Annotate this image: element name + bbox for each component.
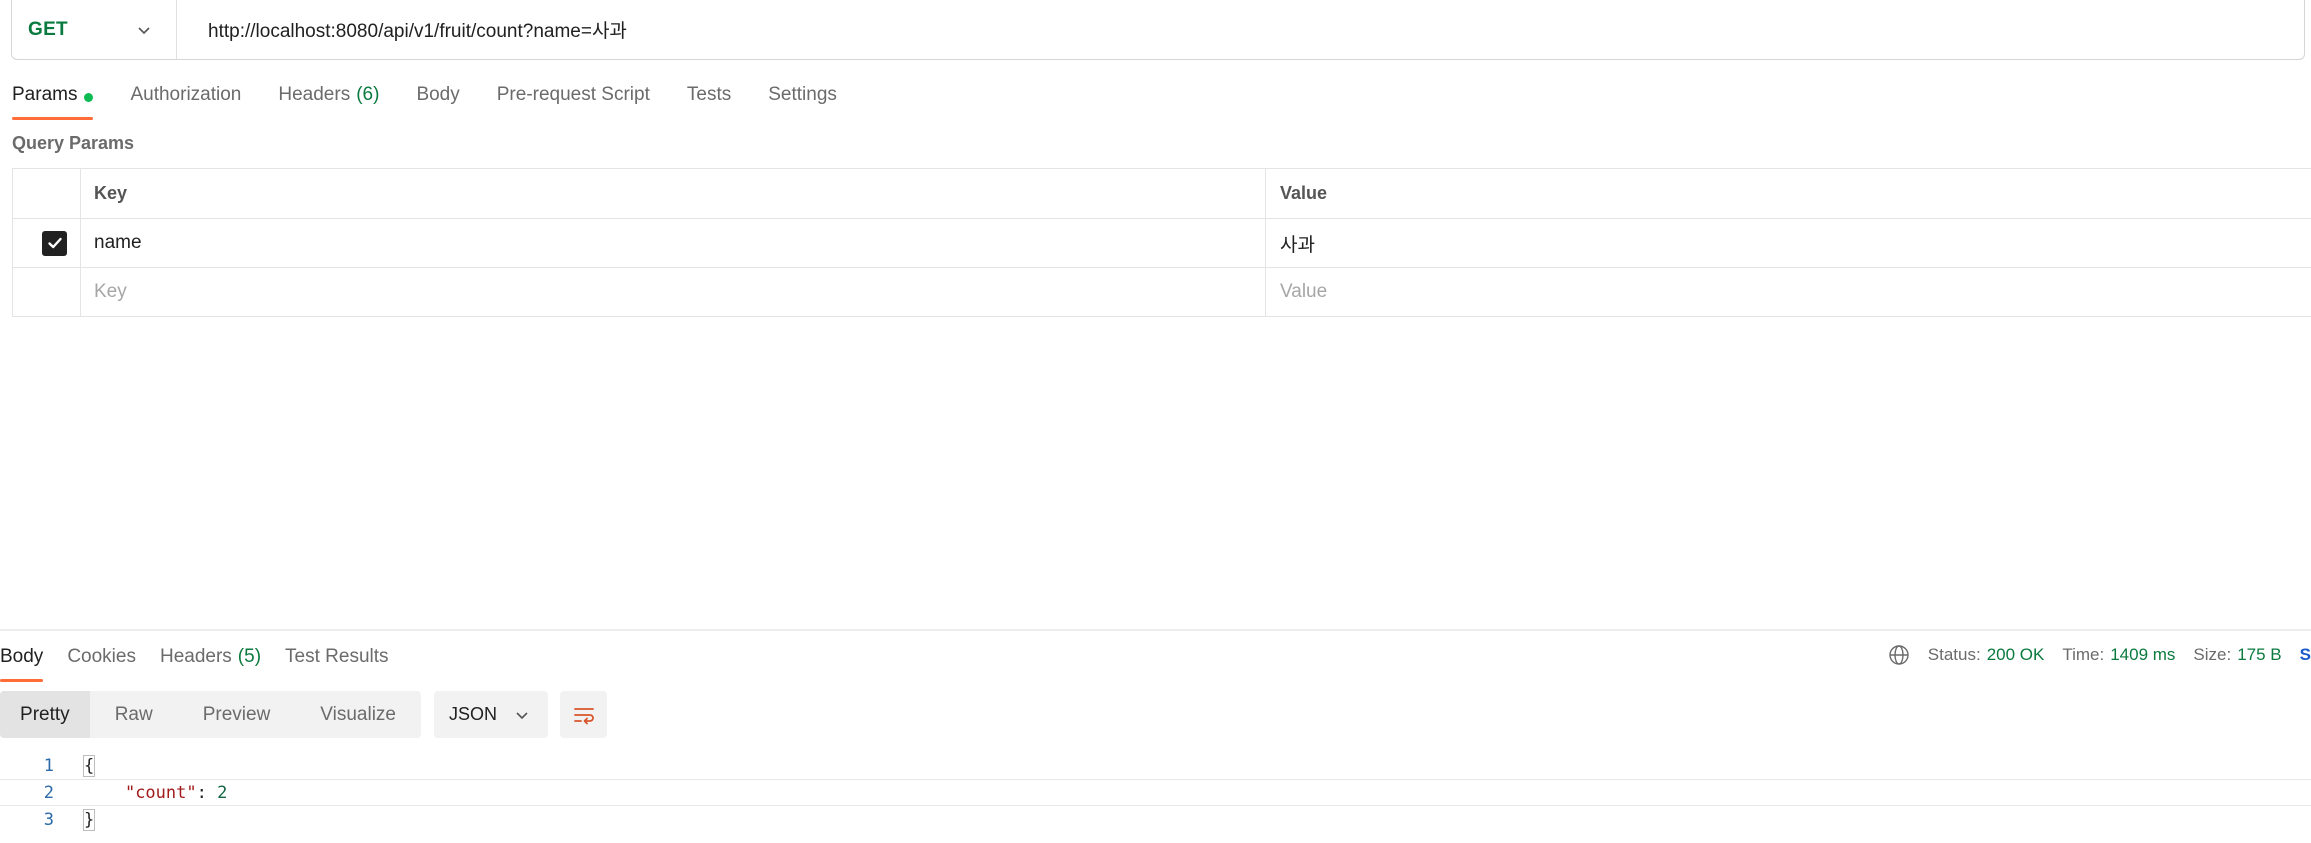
param-value-cell[interactable]: 사과 — [1266, 219, 2311, 267]
line-number: 2 — [43, 782, 54, 803]
code-line: 2 "count": 2 — [0, 779, 2311, 806]
params-active-dot-icon — [84, 93, 94, 102]
save-response-button[interactable]: S — [2300, 645, 2311, 665]
line-number: 1 — [43, 755, 54, 776]
size-label: Size: — [2193, 645, 2232, 664]
size-value[interactable]: 175 B — [2237, 645, 2281, 665]
request-tabs: Params Authorization Headers (6) Body Pr… — [12, 78, 874, 120]
response-status-bar: Status: 200 OK Time: 1409 ms Size: 175 B… — [1888, 642, 2311, 668]
param-key-cell[interactable]: name — [81, 219, 1266, 267]
tab-headers[interactable]: Headers (6) — [278, 78, 379, 120]
response-tabs: Body Cookies Headers (5) Test Results — [0, 640, 413, 682]
response-tab-test-results-label: Test Results — [285, 646, 389, 667]
tab-authorization-label: Authorization — [130, 84, 242, 105]
code-line: 1 { — [0, 752, 2311, 779]
response-divider — [0, 629, 2311, 631]
tab-params[interactable]: Params — [12, 78, 94, 120]
response-body-code[interactable]: 1 { 2 "count": 2 3 } — [0, 752, 2311, 833]
code-text: { — [82, 754, 96, 777]
headers-count: (6) — [356, 84, 380, 105]
response-tab-headers[interactable]: Headers (5) — [160, 640, 261, 682]
query-params-title: Query Params — [12, 133, 135, 153]
tab-tests[interactable]: Tests — [687, 78, 731, 120]
column-header-key: Key — [81, 169, 1266, 218]
table-header-row: Key Value — [13, 169, 2311, 219]
tab-authorization[interactable]: Authorization — [130, 78, 241, 120]
param-checkbox[interactable] — [42, 230, 67, 256]
tab-settings[interactable]: Settings — [768, 78, 837, 120]
view-preview-button[interactable]: Preview — [178, 691, 296, 738]
table-row-empty: Key Value — [13, 268, 2311, 317]
tab-settings-label: Settings — [768, 84, 837, 105]
new-value-input[interactable]: Value — [1266, 268, 2311, 316]
method-select[interactable]: GET — [12, 0, 177, 59]
json-separator: : — [196, 782, 218, 803]
time-value[interactable]: 1409 ms — [2110, 645, 2175, 665]
response-tab-cookies-label: Cookies — [67, 646, 136, 667]
checkmark-icon — [47, 237, 62, 249]
table-row: name 사과 — [13, 219, 2311, 268]
code-text: "count": 2 — [84, 783, 227, 803]
status-label: Status: — [1927, 645, 1981, 664]
format-label: JSON — [449, 704, 498, 724]
globe-icon[interactable] — [1888, 644, 1910, 666]
request-url-bar: GET — [11, 0, 2305, 60]
tab-body[interactable]: Body — [416, 78, 459, 120]
chevron-down-icon — [138, 27, 150, 35]
tab-headers-label: Headers — [278, 84, 351, 105]
wrap-lines-button[interactable] — [560, 691, 607, 738]
view-pretty-button[interactable]: Pretty — [0, 691, 90, 738]
time-label: Time: — [2062, 645, 2105, 664]
row-check-cell — [13, 219, 81, 267]
tab-pre-request-script[interactable]: Pre-request Script — [497, 78, 650, 120]
view-visualize-button[interactable]: Visualize — [295, 691, 421, 738]
code-line: 3 } — [0, 806, 2311, 833]
format-select[interactable]: JSON — [434, 691, 548, 738]
response-tab-test-results[interactable]: Test Results — [285, 640, 388, 682]
tab-tests-label: Tests — [686, 84, 732, 105]
method-label: GET — [28, 18, 68, 40]
wrap-lines-icon — [573, 707, 594, 724]
tab-params-label: Params — [12, 84, 78, 105]
query-params-table: Key Value name 사과 Key Value — [12, 168, 2311, 317]
response-tab-body[interactable]: Body — [0, 640, 44, 682]
code-text: } — [82, 808, 96, 831]
tab-body-label: Body — [416, 84, 460, 105]
new-key-input[interactable]: Key — [81, 268, 1266, 316]
chevron-down-icon — [516, 712, 528, 720]
column-header-value: Value — [1280, 183, 1328, 203]
close-brace: } — [82, 808, 96, 831]
response-headers-count: (5) — [237, 646, 262, 667]
view-raw-button[interactable]: Raw — [90, 691, 178, 738]
response-tab-cookies[interactable]: Cookies — [67, 640, 136, 682]
response-tab-headers-label: Headers — [159, 646, 232, 667]
status-value[interactable]: 200 OK — [1987, 645, 2045, 665]
line-number: 3 — [43, 809, 54, 830]
empty-check-cell — [13, 268, 81, 316]
view-mode-group: Pretty Raw Preview Visualize — [0, 691, 421, 738]
open-brace: { — [82, 754, 96, 777]
response-tab-body-label: Body — [0, 646, 44, 667]
url-input[interactable] — [177, 0, 2304, 59]
json-key: "count" — [124, 782, 197, 803]
json-number: 2 — [217, 782, 228, 803]
tab-pre-request-label: Pre-request Script — [496, 84, 650, 105]
header-check-cell — [13, 169, 81, 218]
